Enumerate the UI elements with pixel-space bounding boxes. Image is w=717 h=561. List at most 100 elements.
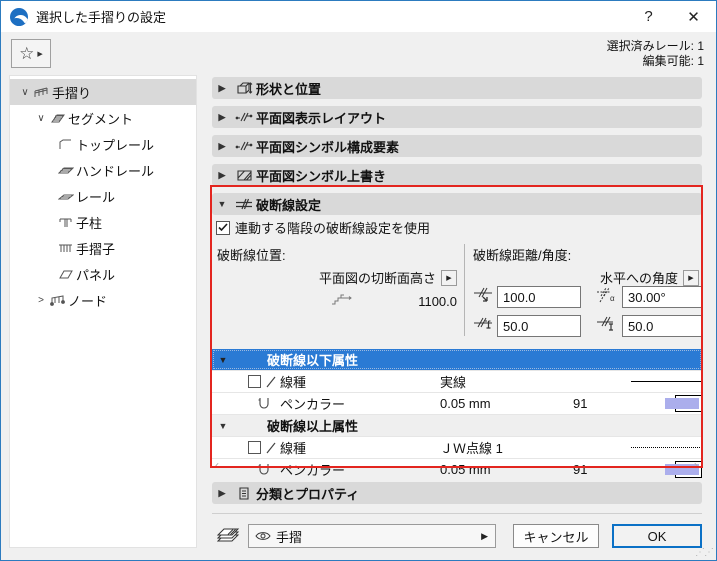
breakline-position-label: 破断線位置: [217, 248, 286, 263]
tree-item-label: 手摺り [52, 85, 92, 101]
horizontal-angle-label: 水平への角度 [599, 271, 678, 286]
linetype-label: 線種 [280, 375, 307, 390]
pencolor-row-above[interactable]: ペンカラー 0.05 mm 91 [212, 458, 702, 480]
pen-weight-value: 0.05 mm [440, 396, 491, 411]
pen-icon [258, 464, 269, 475]
tree-item-label: ハンドレール [76, 163, 155, 179]
chevron-down-icon[interactable]: ∨ [18, 87, 32, 98]
linetype-row-below[interactable]: 線種 実線 [212, 370, 702, 392]
ok-button[interactable]: OK [612, 524, 702, 548]
section-shape-position[interactable]: ▶ 形状と位置 [212, 77, 702, 99]
layers-icon[interactable] [216, 524, 243, 551]
distance3-input[interactable] [622, 315, 702, 337]
breakline-distance1-row [473, 286, 581, 308]
chevron-right-icon: ▶ [37, 50, 43, 58]
title-bar: 選択した手摺りの設定 ? ✕ [1, 1, 716, 32]
dialog-title: 選択した手摺りの設定 [36, 10, 167, 25]
pencolor-row-below[interactable]: ペンカラー 0.05 mm 91 [212, 392, 702, 414]
selection-info: 選択済みレール: 1 編集可能: 1 [607, 39, 704, 69]
chevron-down-icon: ▼ [217, 199, 227, 209]
pen-color-swatch[interactable] [665, 395, 702, 412]
linetype-icon [266, 442, 276, 453]
breakline-distance2-row [473, 315, 581, 337]
distance1-input[interactable] [497, 286, 581, 308]
handrail-icon [56, 163, 76, 177]
tree-item-toprail[interactable]: トップレール [10, 131, 196, 157]
triangle-down-icon: ▼ [218, 354, 228, 365]
tree-item-label: レール [76, 189, 116, 205]
layer-dropdown[interactable]: 手摺 ▶ [248, 524, 496, 548]
tree-item-panel[interactable]: パネル [10, 261, 196, 287]
chevron-right-icon: ▶ [218, 140, 226, 151]
breakline-angle-icon: α [596, 287, 618, 308]
node-icon [48, 293, 68, 307]
favorites-button[interactable]: ☆ ▶ [11, 39, 51, 68]
breakline-distance3-row [596, 315, 702, 337]
tree-item-baluster[interactable]: 手摺子 [10, 235, 196, 261]
resize-grip[interactable]: ⋰⋰ [695, 547, 714, 558]
eye-icon [255, 530, 271, 542]
scroll-right-icon[interactable]: › [694, 458, 698, 472]
checkbox-unchecked-icon[interactable] [248, 441, 261, 454]
chevron-down-icon[interactable]: ∨ [34, 113, 48, 124]
breakline-distance-vertical-icon [596, 316, 618, 337]
chevron-right-icon[interactable]: > [34, 295, 48, 306]
cancel-button[interactable]: キャンセル [513, 524, 599, 548]
star-icon: ☆ [19, 44, 35, 63]
tree-item-railing[interactable]: ∨ 手摺り [10, 79, 196, 105]
section-floorplan-layout[interactable]: ▶ 平面図表示レイアウト [212, 106, 702, 128]
below-breakline-group-header[interactable]: ▼ 破断線以下属性 [212, 349, 702, 370]
panel-icon [56, 267, 76, 281]
scroll-left-icon[interactable]: ‹ [215, 458, 219, 472]
checkbox-unchecked-icon[interactable] [248, 375, 261, 388]
linetype-row-above[interactable]: 線種 ＪＷ点線 1 [212, 436, 702, 458]
tree-item-node[interactable]: > ノード [10, 287, 196, 313]
column-divider [464, 244, 465, 336]
svg-text:α: α [610, 294, 615, 303]
floorplan-override-icon [232, 168, 256, 182]
railing-settings-dialog: 選択した手摺りの設定 ? ✕ ☆ ▶ 選択済みレール: 1 編集可能: 1 ∨ … [0, 0, 717, 561]
section-label: 分類とプロパティ [256, 486, 360, 502]
tree-item-label: ノード [68, 293, 108, 309]
linetype-value: ＪＷ点線 1 [440, 441, 503, 456]
pencolor-label: ペンカラー [280, 463, 346, 478]
close-button[interactable]: ✕ [671, 1, 716, 32]
selected-rails-count: 選択済みレール: 1 [606, 39, 704, 53]
section-floorplan-override[interactable]: ▶ 平面図シンボル上書き [212, 164, 702, 186]
chevron-right-icon: ▶ [218, 169, 226, 180]
cut-plane-height-label: 平面図の切断面高さ [318, 271, 436, 286]
section-breakline[interactable]: ▼ 破断線設定 [212, 193, 702, 215]
section-label: 平面図シンボル構成要素 [256, 139, 400, 155]
tree-item-segment[interactable]: ∨ セグメント [10, 105, 196, 131]
linetype-icon [266, 376, 276, 387]
section-floorplan-components[interactable]: ▶ 平面図シンボル構成要素 [212, 135, 702, 157]
cut-plane-height-value: 1100.0 [418, 294, 457, 309]
footer-divider [212, 513, 702, 514]
flyout-arrow-button[interactable]: ▶ [441, 269, 457, 286]
breakline-angle-row: α [596, 286, 702, 308]
component-tree: ∨ 手摺り ∨ セグメント トップレール ハンドレール レール 子柱 手摺子 パ… [9, 75, 197, 548]
distance-angle-label: 破断線距離/角度: [473, 248, 572, 263]
horizontal-angle-dropdown[interactable]: 水平への角度 ▶ [473, 268, 699, 287]
help-button[interactable]: ? [626, 1, 671, 32]
tree-item-handrail[interactable]: ハンドレール [10, 157, 196, 183]
cut-plane-height-dropdown[interactable]: 平面図の切断面高さ ▶ [217, 268, 457, 287]
tree-item-post[interactable]: 子柱 [10, 209, 196, 235]
use-stair-breakline-checkbox[interactable]: 連動する階段の破断線設定を使用 [216, 218, 430, 237]
checkbox-checked-icon [216, 220, 230, 235]
section-classification[interactable]: ▶ 分類とプロパティ [212, 482, 702, 504]
linetype-value: 実線 [440, 375, 467, 390]
breakline-distance-icon [473, 287, 493, 308]
breakline-attributes-table: ▼ 破断線以下属性 線種 実線 ペンカラー 0.05 mm 91 ▼ 破断線以上… [212, 349, 702, 478]
flyout-arrow-button[interactable]: ▶ [683, 269, 699, 286]
above-breakline-group-header[interactable]: ▼ 破断線以上属性 [212, 414, 702, 436]
tree-item-rail[interactable]: レール [10, 183, 196, 209]
tree-item-label: セグメント [68, 111, 134, 127]
section-label: 平面図表示レイアウト [256, 110, 387, 126]
baluster-icon [56, 241, 76, 255]
distance2-input[interactable] [497, 315, 581, 337]
rail-icon [56, 189, 76, 203]
pen-number-value: 91 [573, 396, 588, 411]
angle-input[interactable] [622, 286, 702, 308]
segment-icon [48, 111, 68, 125]
